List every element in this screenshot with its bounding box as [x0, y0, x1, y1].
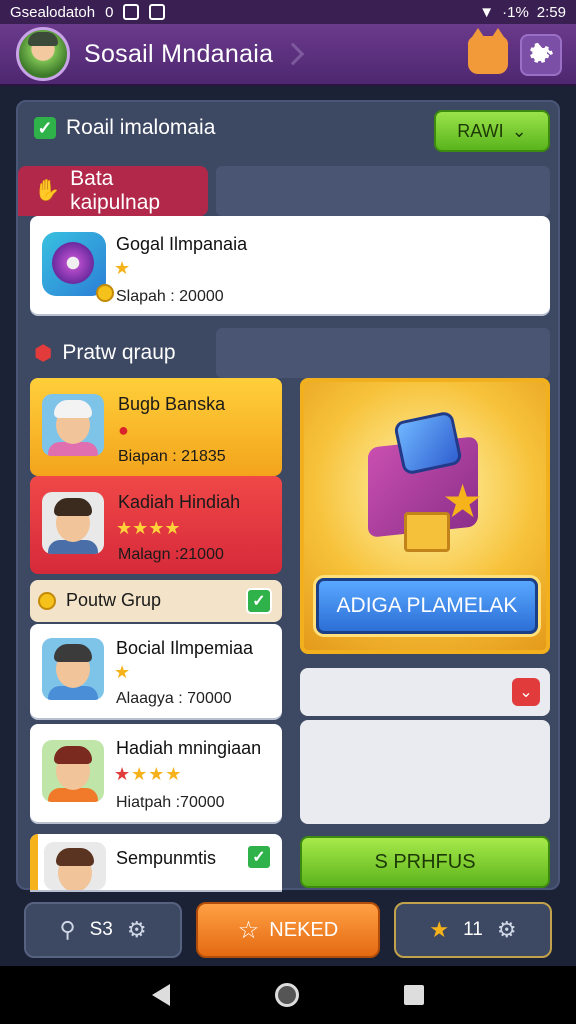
- section-header-2: ✋ Bata kaipulnap: [18, 166, 208, 216]
- top-card[interactable]: Gogal Ilmpanaia ★ Slapah : 20000: [30, 216, 550, 314]
- star-icon: ★: [114, 662, 132, 682]
- rank-button-label: RAWI: [457, 120, 504, 141]
- group-card-name: Kadiah Hindiah: [118, 492, 241, 512]
- top-card-name: Gogal Ilmpanaia: [116, 234, 248, 254]
- empty-panel: [300, 720, 550, 824]
- list-card-stat: Alaagya : 70000: [116, 690, 232, 707]
- gear-icon: ⚙: [126, 917, 147, 942]
- home-icon[interactable]: [274, 983, 299, 1007]
- bottom-middle-label: NEKED: [269, 918, 339, 941]
- rank-button[interactable]: RAWI ⌄: [434, 110, 550, 152]
- list-card-name: Hadiah mningiaan: [116, 738, 262, 758]
- group-card[interactable]: Kadiah Hindiah ★★★★ Malagn :21000: [30, 476, 282, 574]
- group-card-stat: Malagn :21000: [118, 546, 224, 563]
- gift-icon: [404, 512, 450, 552]
- status-left-num: 0: [105, 3, 114, 21]
- avatar: [42, 492, 104, 554]
- wifi-icon: ▼: [479, 3, 495, 21]
- group-card-stat: Biapan : 21835: [118, 448, 226, 465]
- shield-icon: ⬢: [34, 341, 53, 365]
- star-icon: ★: [114, 258, 132, 278]
- rating-stars: ★★★★: [116, 518, 181, 538]
- group-card-name: Bugb Banska: [118, 394, 226, 414]
- section-band-extension-2: [216, 328, 550, 378]
- check-icon: ✓: [34, 117, 56, 139]
- group-card[interactable]: Bugb Banska ● Biapan : 21835: [30, 378, 282, 476]
- list-card[interactable]: Hadiah mningiaan ★★★★ Hiatpah :70000: [30, 724, 282, 822]
- list-card-stat: Hiatpah :70000: [116, 794, 225, 811]
- avatar: [42, 638, 104, 700]
- app-header: Sosail Mndanaia: [0, 24, 576, 86]
- bottom-bar: ⚲ S3 ⚙ ☆ NEKED ★ 11 ⚙: [0, 898, 576, 964]
- bottom-right-button[interactable]: ★ 11 ⚙: [394, 902, 552, 958]
- chevron-right-icon: [282, 42, 305, 66]
- recent-apps-icon[interactable]: [403, 985, 424, 1005]
- cat-icon[interactable]: [468, 28, 508, 74]
- star-icon: ☆: [237, 916, 260, 944]
- bottom-left-count: S3: [89, 919, 113, 940]
- message-icon: [149, 4, 166, 20]
- avatar: [44, 842, 106, 890]
- list-card-name: Sempunmtis: [116, 848, 217, 868]
- list-card[interactable]: Bocial Ilmpemiaa ★ Alaagya : 70000: [30, 624, 282, 718]
- battery-percent: ·1%: [502, 3, 529, 21]
- star-burst-icon: ★: [429, 917, 450, 942]
- section-header-3: ⬢ Pratw qraup: [18, 328, 218, 378]
- rating-stars: ★★★★: [114, 764, 183, 784]
- section-title-3: Pratw qraup: [62, 341, 176, 364]
- app-logo-icon: [42, 232, 106, 296]
- list-card[interactable]: Sempunmtis ✓: [30, 834, 282, 890]
- sub-section-title: Poutw Grup: [66, 590, 162, 610]
- back-icon[interactable]: [152, 984, 171, 1006]
- avatar[interactable]: [16, 27, 70, 81]
- empty-slot[interactable]: ⌄: [300, 668, 550, 716]
- status-left-text: Gsealodatoh: [10, 3, 96, 21]
- check-icon[interactable]: ✓: [246, 588, 272, 614]
- drop-icon: ●: [118, 420, 129, 440]
- system-nav-bar: [0, 966, 576, 1024]
- promo-card[interactable]: ★ ADIGA PLAMELAK: [300, 378, 550, 654]
- accent-strip: [30, 834, 38, 890]
- gear-icon: [530, 42, 553, 63]
- hand-icon: ✋: [34, 179, 61, 202]
- section-title-2: Bata kaipulnap: [70, 167, 161, 214]
- app-title: Sosail Mndanaia: [84, 39, 274, 68]
- key-icon: ⚲: [59, 917, 76, 942]
- section-title-1: Roail imalomaia: [66, 116, 216, 139]
- bottom-left-button[interactable]: ⚲ S3 ⚙: [24, 902, 182, 958]
- gear-icon: ⚙: [496, 917, 517, 942]
- section-header-1: ✓ Roail imalomaia: [34, 116, 215, 140]
- chevron-down-icon: ⌄: [511, 120, 527, 141]
- section-band-extension: [216, 166, 550, 216]
- top-card-stat: Slapah : 20000: [116, 288, 224, 305]
- main-panel: ✓ Roail imalomaia RAWI ⌄ ✋ Bata kaipulna…: [16, 100, 560, 890]
- list-card-name: Bocial Ilmpemiaa: [116, 638, 254, 658]
- check-icon[interactable]: ✓: [246, 844, 272, 870]
- sub-section-header: Poutw Grup ✓: [30, 580, 282, 622]
- status-bar: Gsealodatoh 0 ▼ ·1% 2:59: [0, 0, 576, 24]
- chevron-down-icon[interactable]: ⌄: [512, 678, 540, 706]
- coin-icon: [38, 592, 56, 610]
- bottom-right-count: 11: [463, 919, 483, 940]
- notification-icon: [123, 4, 140, 20]
- avatar: [42, 394, 104, 456]
- green-action-button[interactable]: S PRHFUS: [300, 836, 550, 888]
- coin-icon: [96, 284, 114, 302]
- settings-button[interactable]: [520, 34, 562, 76]
- bottom-middle-button[interactable]: ☆ NEKED: [196, 902, 380, 958]
- avatar: [42, 740, 104, 802]
- status-time: 2:59: [536, 3, 566, 21]
- promo-button[interactable]: ADIGA PLAMELAK: [316, 578, 538, 634]
